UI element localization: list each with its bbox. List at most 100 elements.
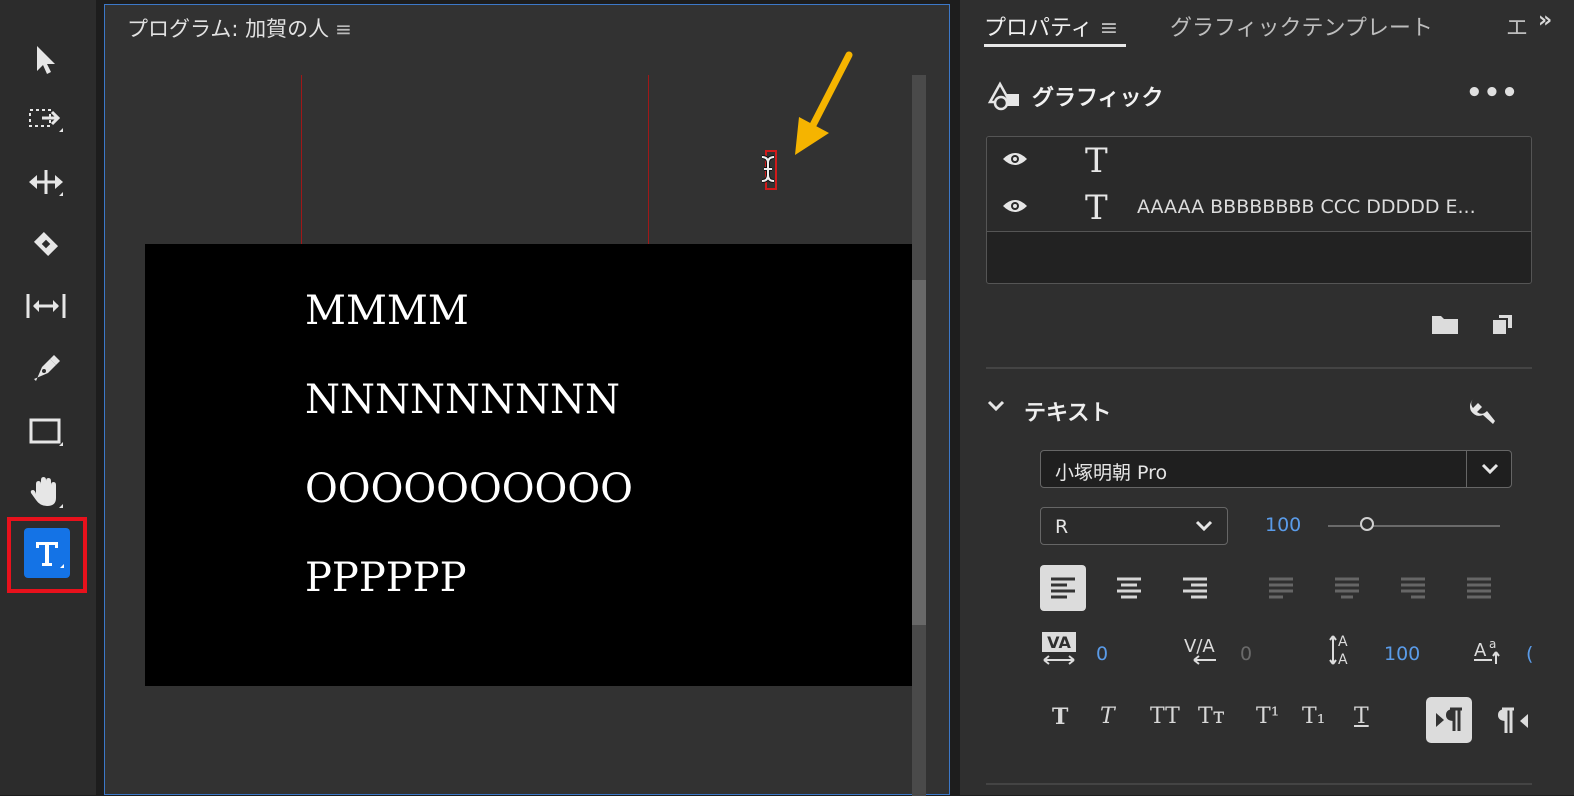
graphic-layers-list: T T AAAAA BBBBBBBB CCC DDDDD E... (986, 136, 1532, 284)
align-left-button[interactable] (1040, 565, 1086, 611)
font-size-slider-handle[interactable] (1360, 517, 1374, 531)
hand-tool-button[interactable] (17, 466, 75, 518)
justify-center-button[interactable] (1324, 565, 1370, 611)
track-select-tool-button[interactable] (17, 94, 75, 146)
frame-text-line: OOOOOOOOOO (305, 466, 633, 512)
properties-panel: プロパティ ≡ グラフィックテンプレート エ » グラフィック ••• T T … (960, 0, 1574, 795)
svg-text:A: A (1338, 652, 1348, 668)
justify-all-button[interactable] (1456, 565, 1502, 611)
rectangle-tool-button[interactable] (17, 406, 75, 458)
svg-text:a: a (1489, 637, 1496, 651)
svg-text:V/A: V/A (1184, 636, 1215, 657)
arrow-pointer-icon (37, 46, 55, 74)
more-options-icon[interactable]: ••• (1466, 78, 1519, 108)
align-right-button[interactable] (1172, 565, 1218, 611)
chevron-down-icon[interactable] (986, 398, 1006, 414)
align-center-icon (1117, 577, 1141, 599)
text-section-title[interactable]: テキスト (1024, 395, 1111, 427)
align-center-button[interactable] (1106, 565, 1152, 611)
paragraph-rtl-icon[interactable] (1498, 706, 1532, 736)
panel-menu-icon[interactable]: ≡ (1100, 16, 1118, 41)
faux-bold-button[interactable]: T (1052, 704, 1068, 730)
justify-last-center-icon (1335, 577, 1359, 599)
annotation-arrow-icon (795, 51, 853, 155)
justify-right-button[interactable] (1390, 565, 1436, 611)
ripple-edit-tool-button[interactable] (17, 156, 75, 208)
section-divider (986, 783, 1532, 785)
track-select-icon (29, 109, 63, 132)
tab-properties-label: プロパティ (984, 16, 1093, 41)
align-left-icon (1051, 577, 1075, 599)
program-monitor-panel: プログラム: 加賀の人 ≡ MMMM NNNNNNNNN OOOOOOOOOO P… (104, 4, 950, 796)
all-caps-button[interactable]: TT (1150, 704, 1180, 729)
font-size-slider[interactable] (1328, 525, 1500, 527)
slip-icon (26, 294, 66, 318)
superscript-button[interactable]: T¹ (1256, 704, 1280, 729)
frame-text-line: MMMM (305, 288, 469, 334)
frame-text-line: PPPPPP (305, 555, 467, 601)
baseline-shift-icon: A a (1474, 637, 1500, 664)
graphic-shapes-icon (987, 81, 1019, 111)
program-video-frame[interactable]: MMMM NNNNNNNNN OOOOOOOOOO PPPPPP (145, 244, 913, 686)
tab-properties[interactable]: プロパティ ≡ (984, 10, 1118, 42)
eye-icon[interactable] (1001, 197, 1029, 215)
eye-icon[interactable] (1001, 150, 1029, 168)
chevron-down-icon (1481, 463, 1499, 475)
razor-tool-button[interactable] (17, 218, 75, 270)
tools-panel (0, 0, 96, 795)
leading-value[interactable]: 100 (1384, 643, 1420, 665)
font-family-value: 小塚明朝 Pro (1055, 462, 1168, 484)
text-layer-icon: T (1085, 141, 1108, 181)
new-layer-icon[interactable] (1490, 312, 1514, 336)
guide-line (301, 75, 302, 245)
new-group-folder-icon[interactable] (1430, 312, 1460, 336)
program-title-text: プログラム: 加賀の人 (127, 17, 330, 41)
pen-icon (34, 355, 60, 381)
selection-tool-button[interactable] (17, 34, 75, 86)
program-monitor-title[interactable]: プログラム: 加賀の人 ≡ (127, 13, 352, 43)
i-beam-cursor-icon (761, 155, 775, 183)
justify-last-left-icon (1269, 577, 1293, 599)
wrench-icon[interactable] (1466, 394, 1500, 428)
tab-truncated[interactable]: エ (1506, 10, 1528, 42)
svg-text:VA: VA (1047, 633, 1071, 652)
active-tab-indicator (984, 44, 1126, 47)
justify-left-button[interactable] (1258, 565, 1304, 611)
svg-text:A: A (1338, 634, 1348, 650)
dropdown-divider (1466, 451, 1467, 487)
slip-tool-button[interactable] (17, 280, 75, 332)
small-caps-button[interactable]: Tт (1198, 704, 1225, 729)
pen-tool-button[interactable] (17, 342, 75, 394)
align-right-icon (1183, 577, 1207, 599)
underline-button[interactable]: T (1354, 704, 1369, 729)
font-style-dropdown[interactable]: R (1040, 507, 1228, 545)
layer-name: AAAAA BBBBBBBB CCC DDDDD E... (1137, 196, 1476, 218)
baseline-shift-value[interactable]: ( (1526, 643, 1533, 665)
font-size-value[interactable]: 100 (1265, 514, 1301, 536)
tracking-icon: V/A (1184, 636, 1216, 665)
type-tool-button[interactable] (24, 528, 70, 578)
tab-graphic-templates[interactable]: グラフィックテンプレート (1170, 10, 1433, 42)
text-layer-icon: T (1085, 188, 1108, 228)
chevron-down-icon (1195, 520, 1213, 532)
frame-text-line: NNNNNNNNN (305, 377, 620, 423)
razor-icon (33, 231, 59, 257)
hand-icon (30, 477, 63, 508)
tracking-value[interactable]: 0 (1240, 643, 1252, 665)
layer-row[interactable]: T (987, 137, 1531, 185)
rectangle-icon (29, 418, 63, 446)
justify-all-icon (1467, 577, 1491, 599)
scrollbar-thumb[interactable] (912, 280, 926, 625)
tabs-overflow-icon[interactable]: » (1538, 8, 1552, 33)
leading-icon: A A (1329, 634, 1348, 668)
left-to-right-paragraph-button[interactable] (1426, 697, 1472, 743)
graphic-section-title: グラフィック (1032, 86, 1164, 111)
layer-row[interactable]: T AAAAA BBBBBBBB CCC DDDDD E... (987, 184, 1531, 232)
subscript-button[interactable]: T₁ (1302, 704, 1326, 729)
panel-menu-icon[interactable]: ≡ (335, 17, 352, 41)
faux-italic-button[interactable]: T (1100, 704, 1115, 729)
font-style-value: R (1055, 516, 1069, 538)
kerning-value[interactable]: 0 (1096, 643, 1108, 665)
paragraph-ltr-icon (1436, 707, 1462, 731)
font-family-dropdown[interactable]: 小塚明朝 Pro (1040, 450, 1512, 488)
